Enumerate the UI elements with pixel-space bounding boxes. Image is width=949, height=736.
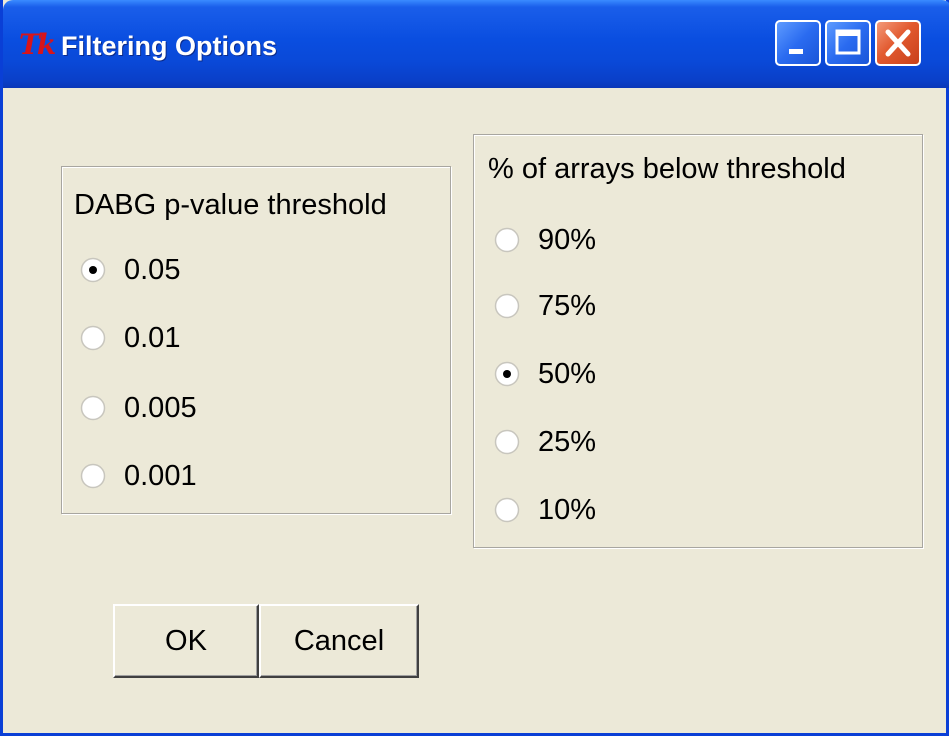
title-bar[interactable]: Tk Filtering Options bbox=[3, 0, 949, 88]
radio-unselected-icon[interactable] bbox=[494, 497, 520, 523]
minimize-button[interactable] bbox=[775, 20, 821, 66]
tk-logo-icon: Tk bbox=[19, 28, 56, 61]
percent-arrays-group: % of arrays below threshold 90% 75% 50% bbox=[473, 134, 923, 548]
percent-option-label: 50% bbox=[538, 358, 597, 390]
radio-unselected-icon[interactable] bbox=[494, 293, 520, 319]
percent-group-title: % of arrays below threshold bbox=[488, 153, 846, 185]
pvalue-option-label: 0.05 bbox=[124, 254, 181, 286]
maximize-icon bbox=[835, 29, 861, 55]
pvalue-option-label: 0.01 bbox=[124, 322, 181, 354]
percent-option-label: 90% bbox=[538, 224, 597, 256]
radio-unselected-icon[interactable] bbox=[80, 325, 106, 351]
pvalue-group-title: DABG p-value threshold bbox=[74, 189, 387, 221]
cancel-button[interactable]: Cancel bbox=[259, 604, 419, 678]
maximize-button[interactable] bbox=[825, 20, 871, 66]
radio-selected-icon[interactable] bbox=[80, 257, 106, 283]
pvalue-threshold-group: DABG p-value threshold 0.05 0.01 0.005 0… bbox=[61, 166, 451, 514]
percent-option-label: 25% bbox=[538, 426, 597, 458]
close-icon bbox=[885, 29, 911, 57]
close-button[interactable] bbox=[875, 20, 921, 66]
pvalue-option-label: 0.005 bbox=[124, 392, 197, 424]
percent-option-label: 75% bbox=[538, 290, 597, 322]
ok-button[interactable]: OK bbox=[113, 604, 259, 678]
minimize-icon bbox=[789, 49, 803, 54]
radio-unselected-icon[interactable] bbox=[80, 395, 106, 421]
radio-unselected-icon[interactable] bbox=[494, 429, 520, 455]
radio-unselected-icon[interactable] bbox=[494, 227, 520, 253]
pvalue-option-label: 0.001 bbox=[124, 460, 197, 492]
window-title: Filtering Options bbox=[61, 31, 277, 61]
radio-unselected-icon[interactable] bbox=[80, 463, 106, 489]
percent-option-label: 10% bbox=[538, 494, 597, 526]
dialog-window: Tk Filtering Options DABG p-value thresh… bbox=[0, 0, 949, 736]
radio-selected-icon[interactable] bbox=[494, 361, 520, 387]
